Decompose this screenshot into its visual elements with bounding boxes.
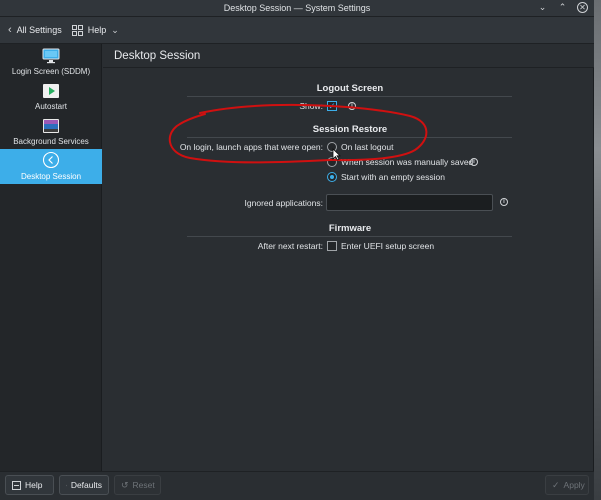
help-button-label: Help [25, 480, 43, 490]
help-menu-label: Help [87, 25, 107, 35]
launch-apps-label: On login, launch apps that were open: [179, 142, 323, 152]
sidebar-item-label: Login Screen (SDDM) [11, 67, 91, 76]
footer: Help Defaults ↺ Reset ✓ Apply [0, 471, 594, 500]
sidebar-item-desktop-session[interactable]: Desktop Session [0, 149, 102, 184]
sidebar-item-label: Autostart [34, 102, 67, 111]
ignored-applications-label: Ignored applications: [244, 198, 323, 208]
sidebar: Login Screen (SDDM) Autostart Background… [0, 44, 102, 471]
minimize-icon[interactable]: ⌄ [537, 2, 548, 13]
maximize-icon[interactable]: ⌃ [557, 2, 568, 13]
toolbar: ‹ All Settings Help ⌄ [0, 17, 594, 44]
apply-button[interactable]: ✓ Apply [545, 475, 589, 495]
uefi-setup-label: Enter UEFI setup screen [341, 241, 435, 251]
sidebar-item-label: Background Services [13, 137, 89, 146]
section-divider [187, 236, 512, 237]
ignored-applications-input[interactable] [326, 194, 493, 211]
all-settings-button[interactable]: ‹ All Settings [8, 24, 62, 36]
system-settings-window: Desktop Session — System Settings ⌄ ⌃ ✕ … [0, 0, 594, 500]
autostart-icon [43, 84, 59, 98]
section-divider [187, 137, 512, 138]
close-icon[interactable]: ✕ [577, 2, 588, 13]
manually-saved-label: When session was manually saved [341, 157, 474, 167]
all-settings-label: All Settings [16, 25, 62, 35]
main-content: Logout Screen Show: ✓ i Session Restore … [103, 69, 594, 471]
apply-button-label: Apply [563, 480, 585, 490]
on-last-logout-label: On last logout [341, 142, 394, 152]
firmware-heading: Firmware [328, 223, 372, 234]
reset-button[interactable]: ↺ Reset [114, 475, 161, 495]
help-icon [12, 480, 21, 490]
session-restore-heading: Session Restore [312, 124, 388, 135]
title-bar[interactable]: Desktop Session — System Settings ⌄ ⌃ ✕ [0, 0, 594, 17]
info-icon[interactable]: i [348, 102, 356, 110]
info-icon[interactable]: i [500, 198, 508, 206]
help-menu-button[interactable]: Help ⌄ [71, 24, 119, 36]
section-divider [187, 96, 512, 97]
show-label: Show: [299, 101, 323, 111]
chevron-down-icon: ⌄ [111, 24, 119, 35]
chevron-left-icon: ‹ [8, 24, 12, 36]
empty-session-label: Start with an empty session [341, 172, 445, 182]
checkmark-icon: ✓ [552, 479, 560, 490]
defaults-button-label: Defaults [70, 480, 102, 490]
window-controls: ⌄ ⌃ ✕ [537, 2, 588, 13]
info-icon[interactable]: i [470, 158, 478, 166]
sidebar-item-label: Desktop Session [20, 172, 82, 181]
background-services-icon [43, 119, 59, 133]
monitor-icon [42, 48, 60, 64]
show-logout-screen-checkbox[interactable]: ✓ [327, 101, 337, 111]
back-arrow-icon [42, 151, 60, 169]
uefi-setup-checkbox[interactable] [327, 241, 337, 251]
sidebar-item-autostart[interactable]: Autostart [0, 79, 102, 114]
desktop-wallpaper [593, 0, 601, 500]
help-icon [71, 24, 83, 36]
help-button[interactable]: Help [5, 475, 54, 495]
defaults-button[interactable]: Defaults [59, 475, 109, 495]
after-restart-label: After next restart: [257, 241, 323, 251]
window-title: Desktop Session — System Settings [223, 3, 371, 13]
page-title: Desktop Session [103, 44, 594, 68]
document-icon [66, 484, 67, 486]
logout-screen-heading: Logout Screen [316, 83, 384, 94]
undo-icon: ↺ [121, 479, 129, 490]
mouse-cursor-icon [332, 148, 341, 161]
sidebar-item-login-screen[interactable]: Login Screen (SDDM) [0, 44, 102, 79]
reset-button-label: Reset [132, 480, 155, 490]
empty-session-radio[interactable] [327, 172, 337, 182]
sidebar-item-background-services[interactable]: Background Services [0, 114, 102, 149]
